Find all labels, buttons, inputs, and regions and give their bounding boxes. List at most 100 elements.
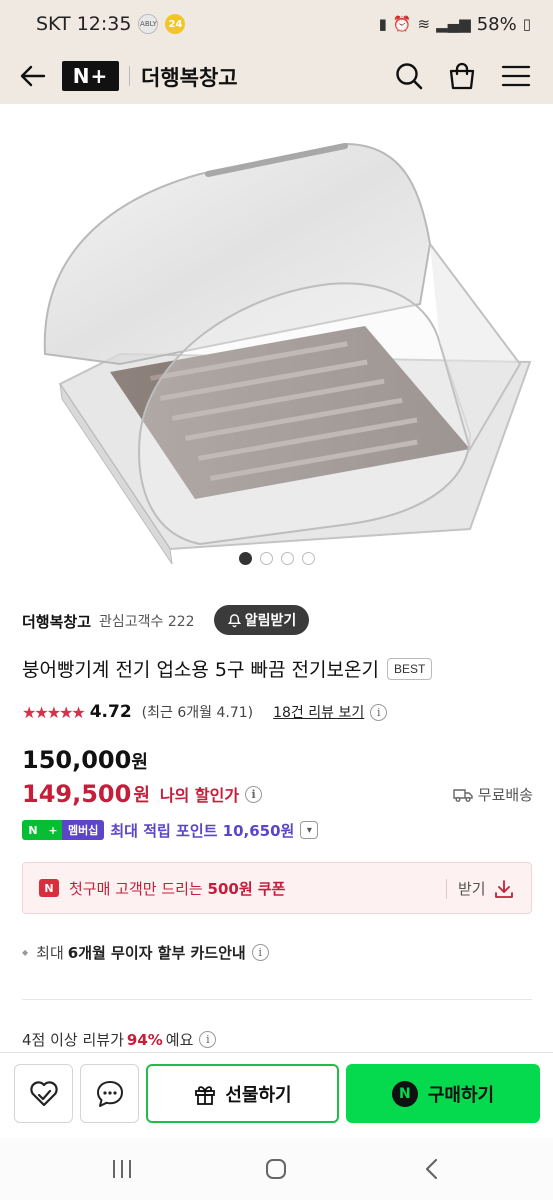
sale-price-unit: 원 <box>133 785 150 806</box>
buy-label: 구매하기 <box>427 1084 495 1106</box>
gallery-dot-3[interactable] <box>280 552 294 565</box>
app-notification-icon: ABLY <box>138 14 159 34</box>
menu-icon <box>501 65 531 87</box>
gallery-pagination[interactable] <box>0 552 553 565</box>
signal-icon: ▂▄▆ <box>436 15 471 33</box>
naver-pay-icon: N <box>391 1080 418 1107</box>
gift-button[interactable]: 선물하기 <box>146 1064 339 1123</box>
app-header: N+ 더행복창고 <box>0 48 553 104</box>
bottom-action-bar: 선물하기 N 구매하기 <box>0 1052 553 1138</box>
shipping-label: 무료배송 <box>477 786 533 804</box>
logo-divider <box>129 66 130 86</box>
heart-check-icon <box>29 1080 58 1106</box>
gift-label: 선물하기 <box>225 1084 292 1106</box>
follower-count: 관심고객수 222 <box>99 614 195 630</box>
back-button[interactable] <box>18 61 48 91</box>
store-title[interactable]: 더행복창고 <box>141 62 238 92</box>
best-badge: BEST <box>386 657 433 680</box>
naver-plus-logo[interactable]: N+ <box>62 61 119 91</box>
chat-bubble-icon <box>96 1080 123 1107</box>
search-icon <box>396 63 423 90</box>
section-divider <box>22 999 532 1000</box>
home-button[interactable] <box>261 1154 291 1184</box>
store-info: 더행복창고 관심고객수 222 <box>22 606 195 636</box>
battery-saver-icon: ▮ <box>378 15 387 33</box>
review-summary-prefix: 4점 이상 리뷰가 <box>22 1031 124 1049</box>
search-button[interactable] <box>393 60 425 92</box>
product-title: 붕어빵기계 전기 업소용 5구 빠끔 전기보온기 <box>22 659 379 681</box>
installment-prefix: 최대 <box>36 944 64 962</box>
coupon-amount: 500원 쿠폰 <box>207 879 286 898</box>
bell-plus-icon <box>227 613 241 627</box>
sale-price: 149,500 원 나의 할인가 i <box>22 780 263 808</box>
alarm-icon: ⏰ <box>392 15 412 33</box>
coupon-get-button[interactable]: 받기 <box>458 878 514 899</box>
download-icon <box>494 879 513 898</box>
review-info-icon[interactable]: i <box>199 1031 217 1048</box>
installment-info[interactable]: ◆ 최대 6개월 무이자 할부 카드안내 i <box>22 942 269 963</box>
battery-icon: ▯ <box>522 15 531 33</box>
sale-price-value: 149,500 <box>22 780 132 808</box>
chevron-down-icon[interactable]: ▾ <box>300 821 319 839</box>
coupon-divider <box>446 879 447 899</box>
rating-score: 4.72 <box>89 702 132 722</box>
review-link[interactable]: 18건 리뷰 보기 <box>273 702 364 722</box>
truck-icon <box>453 788 473 802</box>
membership-badge: N + 멤버십 <box>22 820 105 840</box>
store-name[interactable]: 더행복창고 <box>22 611 91 632</box>
recent-apps-icon <box>113 1160 131 1178</box>
recent-rating: (최근 6개월 4.71) <box>141 705 254 721</box>
original-price: 150,000원 <box>22 746 148 774</box>
gift-icon <box>195 1085 216 1105</box>
max-points: 최대 적립 포인트 10,650원 <box>110 821 295 840</box>
rating-row: ★★★★★ 4.72 (최근 6개월 4.71) 18건 리뷰 보기 i <box>22 700 388 724</box>
shopping-bag-icon <box>449 62 475 90</box>
back-arrow-icon <box>20 65 46 87</box>
wishlist-button[interactable] <box>14 1064 73 1123</box>
status-bar: SKT 12:35 ABLY 24 ▮ ⏰ ≋ ▂▄▆ 58% ▯ <box>0 0 553 48</box>
coupon-banner[interactable]: N 첫구매 고객만 드리는 500원 쿠폰 받기 <box>22 862 532 914</box>
battery-level: 58% <box>476 13 517 35</box>
back-nav-button[interactable] <box>417 1154 447 1184</box>
plus-icon: + <box>44 820 62 840</box>
product-photo <box>43 142 532 565</box>
notification-badge-icon: 24 <box>165 14 186 34</box>
review-summary-suffix: 예요 <box>165 1031 194 1049</box>
shipping-info: 무료배송 <box>453 784 533 805</box>
chevron-left-icon <box>425 1158 438 1180</box>
bullet-icon: ◆ <box>22 948 29 957</box>
product-title-row: 붕어빵기계 전기 업소용 5구 빠끔 전기보온기 BEST <box>22 655 433 682</box>
my-discount-label: 나의 할인가 <box>159 786 240 805</box>
review-percent: 94% <box>126 1030 163 1049</box>
buy-button[interactable]: N 구매하기 <box>346 1064 540 1123</box>
home-icon <box>266 1159 286 1179</box>
gallery-dot-4[interactable] <box>301 552 315 565</box>
alarm-subscribe-button[interactable]: 알림받기 <box>214 605 309 635</box>
system-nav-bar <box>0 1138 553 1200</box>
membership-row[interactable]: N + 멤버십 최대 적립 포인트 10,650원 ▾ <box>22 818 319 842</box>
review-summary: 4점 이상 리뷰가 94% 예요 i <box>22 1029 217 1050</box>
installment-info-icon[interactable]: i <box>251 944 269 961</box>
info-icon[interactable]: i <box>370 703 388 721</box>
chat-button[interactable] <box>80 1064 139 1123</box>
discount-info-icon[interactable]: i <box>245 785 263 803</box>
status-time: SKT 12:35 <box>36 13 132 35</box>
installment-text: 6개월 무이자 할부 카드안내 <box>67 944 246 962</box>
coupon-text: 첫구매 고객만 드리는 500원 쿠폰 <box>69 878 285 899</box>
coupon-get-label: 받기 <box>458 880 486 898</box>
coupon-n-icon: N <box>39 879 59 897</box>
original-price-unit: 원 <box>131 752 148 773</box>
product-image-gallery[interactable] <box>0 104 553 586</box>
wifi-icon: ≋ <box>417 15 431 33</box>
gallery-dot-1[interactable] <box>238 552 252 565</box>
original-price-value: 150,000 <box>22 746 132 774</box>
membership-badge-text: 멤버십 <box>62 820 105 840</box>
coupon-text-prefix: 첫구매 고객만 드리는 <box>69 879 208 898</box>
naver-n-icon: N <box>22 820 44 840</box>
star-rating-icon: ★★★★★ <box>22 702 86 722</box>
cart-button[interactable] <box>446 60 478 92</box>
gallery-dot-2[interactable] <box>259 552 273 565</box>
alarm-label: 알림받기 <box>244 613 297 629</box>
menu-button[interactable] <box>500 60 532 92</box>
recent-apps-button[interactable] <box>107 1154 137 1184</box>
